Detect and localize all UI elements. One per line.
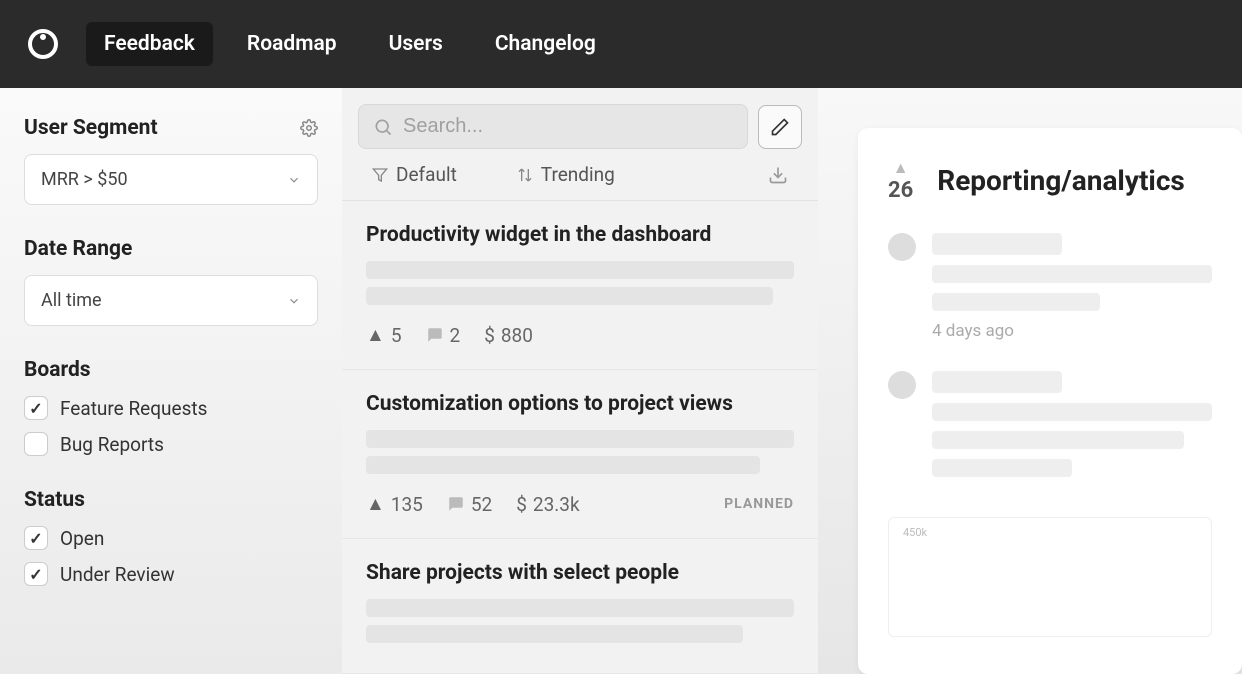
nav-changelog[interactable]: Changelog — [477, 22, 614, 66]
segment-title: User Segment — [24, 116, 158, 140]
dollar-icon: $ — [484, 324, 495, 347]
value-number: 23.3k — [533, 493, 580, 516]
status-title: Status — [24, 488, 318, 512]
value-amount: $ 23.3k — [516, 493, 579, 516]
search-box[interactable] — [358, 104, 748, 149]
status-open[interactable]: Open — [24, 526, 318, 550]
caret-up-icon: ▲ — [366, 492, 385, 516]
board-bug-reports[interactable]: Bug Reports — [24, 432, 318, 456]
vote-value: 5 — [391, 324, 402, 347]
nav-tabs: Feedback Roadmap Users Changelog — [86, 22, 614, 66]
skeleton-line — [366, 599, 794, 617]
filter-default[interactable]: Default — [372, 163, 457, 186]
detail-panel: ▲ 26 Reporting/analytics 4 days ago — [818, 88, 1242, 674]
caret-up-icon: ▲ — [893, 158, 909, 178]
skeleton-line — [932, 265, 1212, 283]
checkbox-icon — [24, 396, 48, 420]
sort-trending[interactable]: Trending — [517, 163, 615, 186]
vote-count: ▲ 5 — [366, 323, 402, 347]
filter-default-label: Default — [396, 163, 457, 186]
vote-count: ▲ 135 — [366, 492, 423, 516]
boards-title: Boards — [24, 358, 318, 382]
board-label: Feature Requests — [60, 397, 207, 420]
sort-icon — [517, 167, 533, 183]
skeleton-line — [932, 431, 1184, 449]
value-amount: $ 880 — [484, 324, 533, 347]
comment-icon — [426, 326, 444, 344]
filters-sidebar: User Segment MRR > $50 Date Range — [0, 88, 342, 674]
segment-dropdown[interactable]: MRR > $50 — [24, 154, 318, 205]
status-label: Under Review — [60, 563, 175, 586]
board-feature-requests[interactable]: Feature Requests — [24, 396, 318, 420]
comment-count: 52 — [447, 493, 492, 516]
feedback-list-panel: Default Trending Productivity widget in … — [342, 88, 818, 674]
checkbox-icon — [24, 526, 48, 550]
skeleton-line — [366, 287, 773, 305]
daterange-title: Date Range — [24, 237, 132, 261]
avatar — [888, 371, 916, 399]
value-number: 880 — [501, 324, 533, 347]
daterange-value: All time — [41, 290, 102, 311]
skeleton-line — [932, 371, 1062, 393]
checkbox-icon — [24, 432, 48, 456]
board-label: Bug Reports — [60, 433, 164, 456]
comment-count: 2 — [426, 324, 461, 347]
chevron-down-icon — [287, 294, 301, 308]
funnel-icon — [372, 167, 388, 183]
sort-trending-label: Trending — [541, 163, 615, 186]
skeleton-line — [366, 625, 743, 643]
nav-users[interactable]: Users — [371, 22, 461, 66]
feedback-card[interactable]: Productivity widget in the dashboard ▲ 5… — [342, 201, 818, 370]
avatar — [888, 233, 916, 261]
detail-vote-count: 26 — [888, 178, 913, 203]
detail-vote-box[interactable]: ▲ 26 — [888, 158, 913, 203]
nav-feedback[interactable]: Feedback — [86, 22, 213, 66]
nav-roadmap[interactable]: Roadmap — [229, 22, 355, 66]
comment-value: 52 — [471, 493, 492, 516]
detail-title: Reporting/analytics — [937, 164, 1185, 197]
app-logo — [24, 25, 62, 63]
card-title: Productivity widget in the dashboard — [366, 223, 794, 247]
search-icon — [373, 117, 393, 137]
feedback-card[interactable]: Customization options to project views ▲… — [342, 370, 818, 539]
skeleton-line — [366, 430, 794, 448]
card-title: Share projects with select people — [366, 561, 794, 585]
skeleton-line — [366, 261, 794, 279]
top-navbar: Feedback Roadmap Users Changelog — [0, 0, 1242, 88]
timestamp: 4 days ago — [932, 321, 1212, 341]
status-label: Open — [60, 527, 104, 550]
chart-area: 450k — [888, 517, 1212, 637]
pencil-icon — [770, 117, 790, 137]
skeleton-line — [932, 403, 1212, 421]
download-button[interactable] — [768, 165, 788, 185]
card-title: Customization options to project views — [366, 392, 794, 416]
segment-value: MRR > $50 — [41, 169, 128, 190]
daterange-dropdown[interactable]: All time — [24, 275, 318, 326]
search-input[interactable] — [403, 115, 733, 138]
comment-block — [888, 371, 1212, 487]
checkbox-icon — [24, 562, 48, 586]
vote-value: 135 — [391, 493, 423, 516]
gear-icon[interactable] — [300, 119, 318, 137]
chevron-down-icon — [287, 173, 301, 187]
skeleton-line — [932, 459, 1072, 477]
dollar-icon: $ — [516, 493, 527, 516]
feedback-card[interactable]: Share projects with select people — [342, 539, 818, 674]
status-under-review[interactable]: Under Review — [24, 562, 318, 586]
chart-axis-label: 450k — [903, 526, 927, 539]
skeleton-line — [932, 293, 1100, 311]
caret-up-icon: ▲ — [366, 323, 385, 347]
compose-button[interactable] — [758, 105, 802, 149]
skeleton-line — [366, 456, 760, 474]
comment-value: 2 — [450, 324, 461, 347]
comment-block: 4 days ago — [888, 233, 1212, 341]
comment-icon — [447, 495, 465, 513]
skeleton-line — [932, 233, 1062, 255]
status-badge: PLANNED — [724, 496, 794, 512]
